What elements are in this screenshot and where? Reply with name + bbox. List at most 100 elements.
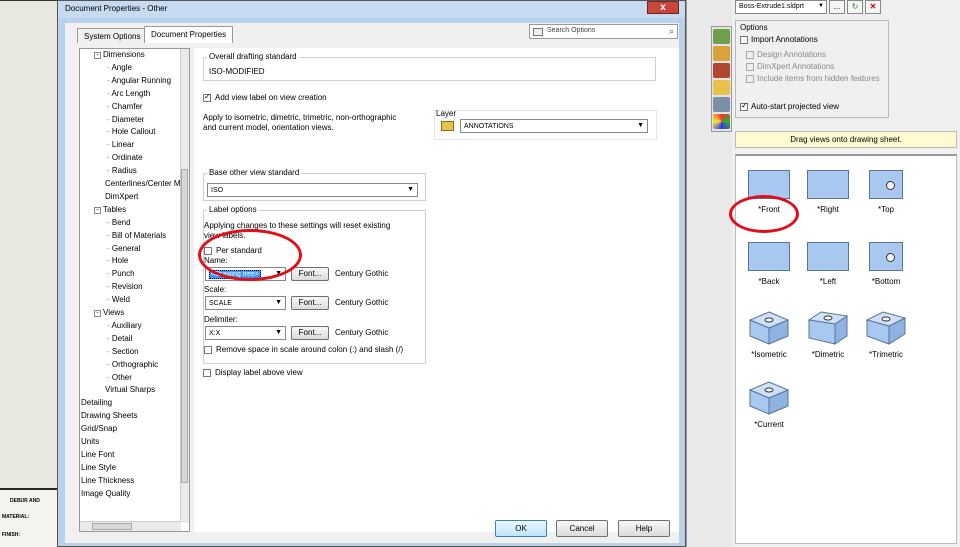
search-options-input[interactable]: Search Options ⌕ xyxy=(529,24,678,39)
tree-item[interactable]: - Bill of Materials xyxy=(107,231,166,240)
help-button[interactable]: Help xyxy=(618,520,670,537)
view-back[interactable]: *Back xyxy=(739,242,799,286)
title-block: DEBUR AND MATERIAL: FINISH: xyxy=(0,488,62,547)
tab-document-properties[interactable]: Document Properties xyxy=(144,26,234,43)
tree-item[interactable]: Detailing xyxy=(81,398,112,407)
tree-item-label: Punch xyxy=(111,269,135,279)
name-font-button[interactable]: Font... xyxy=(291,267,329,281)
tree-item[interactable]: - Hole xyxy=(107,256,128,265)
tree-item[interactable]: Grid/Snap xyxy=(81,424,117,433)
tree-item[interactable]: - Views xyxy=(94,308,124,317)
search-icon[interactable]: ⌕ xyxy=(669,26,674,37)
view-palette-icon[interactable] xyxy=(713,97,730,112)
clear-icon[interactable]: ✕ xyxy=(865,0,881,14)
tree-item[interactable]: Drawing Sheets xyxy=(81,411,137,420)
tree-item[interactable]: - Section xyxy=(107,347,139,356)
tree-item-label: Angular Running xyxy=(111,75,172,85)
tree-item-label: Drawing Sheets xyxy=(81,411,138,421)
collapse-icon[interactable]: - xyxy=(94,310,101,317)
view-dimetric[interactable]: *Dimetric xyxy=(798,310,858,359)
view-top[interactable]: *Top xyxy=(856,170,916,214)
design-library-icon[interactable] xyxy=(713,63,730,78)
cancel-button[interactable]: Cancel xyxy=(556,520,608,537)
feature-manager-icon[interactable] xyxy=(713,29,730,44)
tree-item[interactable]: Units xyxy=(81,437,99,446)
tree-item[interactable]: - Other xyxy=(107,373,132,382)
tree-item-label: Diameter xyxy=(111,114,145,124)
tree-item[interactable]: - Angle xyxy=(107,63,132,72)
overall-standard-group: Overall drafting standard ISO-MODIFIED xyxy=(203,52,656,81)
dimetric-view-icon xyxy=(807,311,849,345)
auto-start-checkbox[interactable]: Auto-start projected view xyxy=(740,101,839,111)
refresh-icon[interactable]: ↻ xyxy=(847,0,863,14)
right-view-icon xyxy=(807,170,849,199)
tree-item[interactable]: - Linear xyxy=(107,140,134,149)
tree-scroll-thumb[interactable] xyxy=(181,169,188,483)
ok-button[interactable]: OK xyxy=(495,520,547,537)
label-options-title: Label options xyxy=(207,205,259,214)
tree-item[interactable]: - Orthographic xyxy=(107,360,158,369)
tree-item[interactable]: - Arc Length xyxy=(107,89,150,98)
view-left[interactable]: *Left xyxy=(798,242,858,286)
tree-item[interactable]: - Diameter xyxy=(107,115,144,124)
view-right[interactable]: *Right xyxy=(798,170,858,214)
file-explorer-icon[interactable] xyxy=(713,80,730,95)
tree-item[interactable]: - Bend xyxy=(107,218,131,227)
tree-item-label: Virtual Sharps xyxy=(105,385,156,395)
base-view-standard-combo[interactable]: ISO ▼ xyxy=(207,183,418,197)
tree-vertical-scrollbar[interactable] xyxy=(180,49,189,523)
tree-item[interactable]: - Hole Callout xyxy=(107,127,155,136)
part-select-combo[interactable]: Boss-Extrude1.sldprt ▼ xyxy=(735,0,827,14)
tree-item[interactable]: - Weld xyxy=(107,295,130,304)
tree-item[interactable]: - Revision xyxy=(107,282,143,291)
view-isometric[interactable]: *Isometric xyxy=(739,310,799,359)
scale-font-button[interactable]: Font... xyxy=(291,296,329,310)
remove-space-checkbox[interactable]: Remove space in scale around colon (:) a… xyxy=(204,345,403,354)
collapse-icon[interactable]: - xyxy=(94,52,101,59)
import-annotations-checkbox[interactable]: Import Annotations xyxy=(740,35,818,44)
delimiter-font-button[interactable]: Font... xyxy=(291,326,329,340)
delimiter-combo[interactable]: X:X ▼ xyxy=(205,326,286,340)
view-label: *Trimetric xyxy=(869,350,903,359)
property-manager-icon[interactable] xyxy=(713,46,730,61)
tab-system-options[interactable]: System Options xyxy=(77,28,148,43)
tree-item[interactable]: DimXpert xyxy=(94,192,138,201)
appearances-icon[interactable] xyxy=(713,114,730,129)
tree-item[interactable]: - Ordinate xyxy=(107,153,143,162)
delimiter-label: Delimiter: xyxy=(204,315,238,324)
tree-item[interactable]: Line Font xyxy=(81,450,114,459)
tree-item[interactable]: - Auxiliary xyxy=(107,321,142,330)
scale-combo[interactable]: SCALE ▼ xyxy=(205,296,286,310)
left-view-icon xyxy=(807,242,849,271)
view-current[interactable]: *Current xyxy=(739,380,799,429)
tree-item[interactable]: - Dimensions xyxy=(94,50,145,59)
top-view-icon xyxy=(869,170,903,199)
browse-button[interactable]: ... xyxy=(829,0,845,14)
dimxpert-annotations-checkbox: DimXpert Annotations xyxy=(746,62,834,71)
tree-hscroll-thumb[interactable] xyxy=(92,523,132,530)
tree-item[interactable]: - Radius xyxy=(107,166,137,175)
view-trimetric[interactable]: *Trimetric xyxy=(856,310,916,359)
layer-group: Layer ANNOTATIONS ▼ xyxy=(434,109,657,140)
layer-combo[interactable]: ANNOTATIONS ▼ xyxy=(460,119,648,133)
tree-item[interactable]: - Tables xyxy=(94,205,126,214)
view-bottom[interactable]: *Bottom xyxy=(856,242,916,286)
tree-item[interactable]: - Detail xyxy=(107,334,132,343)
tree-item[interactable]: - Chamfer xyxy=(107,102,143,111)
tree-item[interactable]: Virtual Sharps xyxy=(94,385,155,394)
collapse-icon[interactable]: - xyxy=(94,206,101,214)
close-button[interactable]: x xyxy=(647,1,679,14)
tree-item[interactable]: Centerlines/Center Ma xyxy=(94,179,185,188)
tree-item[interactable]: Line Style xyxy=(81,463,116,472)
annotation-circle-name xyxy=(198,229,302,281)
tree-item[interactable]: Image Quality xyxy=(81,489,130,498)
tree-item[interactable]: Line Thickness xyxy=(81,476,134,485)
display-above-checkbox[interactable]: Display label above view xyxy=(203,368,303,377)
tree-item[interactable]: - Punch xyxy=(107,269,135,278)
tree-item-label: DimXpert xyxy=(105,191,139,201)
tree-item[interactable]: - Angular Running xyxy=(107,76,171,85)
tree-horizontal-scrollbar[interactable] xyxy=(80,521,181,531)
tree-item[interactable]: - General xyxy=(107,244,140,253)
add-view-label-checkbox[interactable]: Add view label on view creation xyxy=(203,92,327,102)
dialog-title: Document Properties - Other xyxy=(65,4,168,13)
